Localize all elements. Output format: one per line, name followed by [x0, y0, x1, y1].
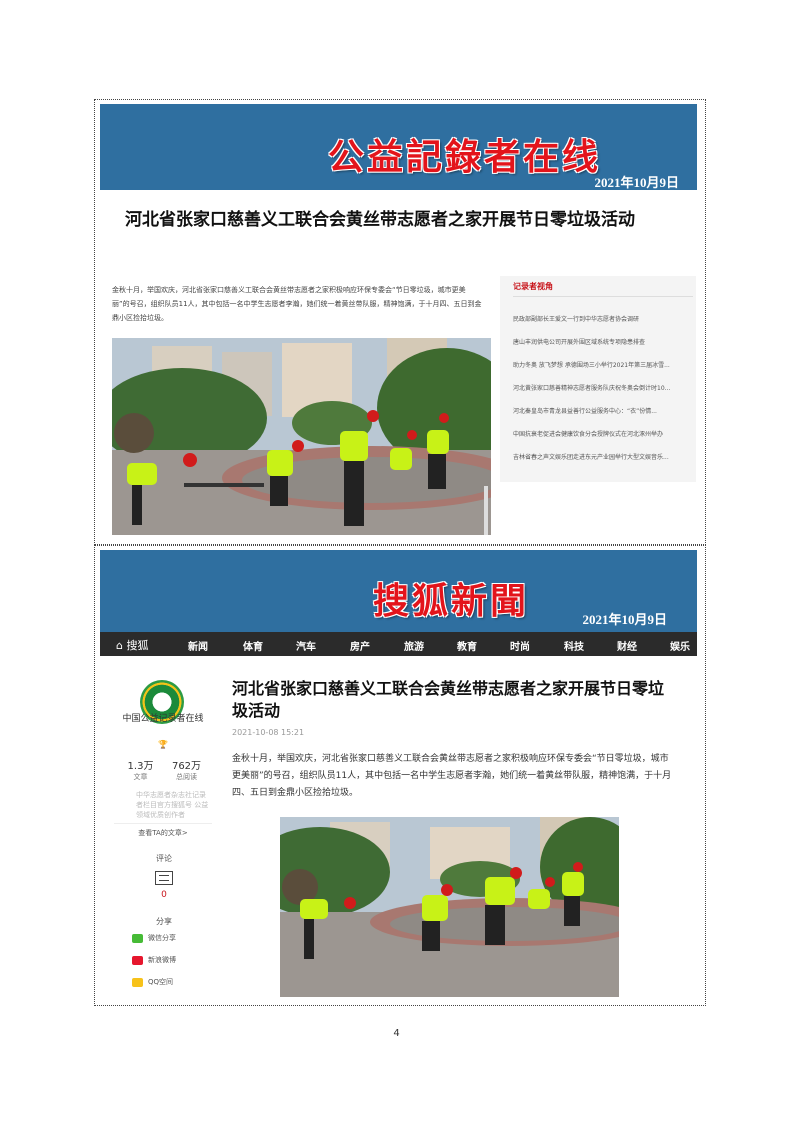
- nav-item[interactable]: 房产: [350, 638, 370, 653]
- comment-label: 评论: [156, 854, 172, 863]
- bottom-masthead: 搜狐新聞: [373, 580, 530, 622]
- sidebar-link[interactable]: 中国抗衰老促进会健康饮食分会授牌仪式在河北涿州举办: [513, 429, 693, 452]
- top-banner: 公益記錄者在线 2021年10月9日: [100, 104, 697, 190]
- nav-item[interactable]: 教育: [457, 638, 477, 653]
- views-count: 762万: [171, 761, 202, 772]
- sidebar-link[interactable]: 民政部副部长王爱文一行到中华志愿者协会调研: [513, 314, 693, 337]
- views-label: 总阅读: [176, 773, 197, 781]
- sidebar-link[interactable]: 河北秦皇岛市青龙县益善行公益服务中心：“衣”份情...: [513, 406, 693, 429]
- top-date: 2021年10月9日: [594, 175, 679, 190]
- top-masthead: 公益記錄者在线: [328, 136, 602, 178]
- nav-item[interactable]: 财经: [617, 638, 637, 653]
- top-article-photo: [112, 338, 491, 535]
- author-description: 中华志愿者杂志社记录者栏目官方搜狐号 公益领域优质创作者: [136, 791, 209, 819]
- bottom-banner: 搜狐新聞 2021年10月9日: [100, 550, 697, 632]
- sidebar-link[interactable]: 吉林省春之声文娱乐团走进东元产业园举行大型文娱音乐...: [513, 452, 693, 475]
- top-article-body: 金秋十月，举国欢庆，河北省张家口慈善义工联合会黄丝带志愿者之家积极响应环保专委会…: [112, 286, 482, 322]
- page-number: 4: [393, 1028, 400, 1039]
- wechat-icon: [132, 933, 143, 943]
- views-stat: 762万 总阅读: [164, 757, 209, 782]
- bottom-article-title: 河北省张家口慈善义工联合会黄丝带志愿者之家开展节日零垃圾活动: [232, 679, 665, 720]
- sidebar-link[interactable]: 助力冬奥 放飞梦想 承德围场三小举行2021年第三届冰雪...: [513, 360, 693, 383]
- nav-item[interactable]: 时尚: [510, 638, 530, 653]
- articles-label: 文章: [133, 773, 148, 781]
- publish-time: 2021-10-08 15:21: [232, 728, 305, 737]
- top-article-title: 河北省张家口慈善义工联合会黄丝带志愿者之家开展节日零垃圾活动: [125, 210, 635, 230]
- top-sidebar: 记录者视角 民政部副部长王爱文一行到中华志愿者协会调研 唐山丰润供电公司开展外围…: [500, 276, 696, 482]
- bottom-article-photo: [280, 817, 619, 997]
- weibo-icon: [132, 955, 143, 965]
- nav-item[interactable]: 娱乐: [670, 638, 690, 653]
- share-qzone-label: QQ空间: [148, 978, 174, 986]
- share-qzone[interactable]: QQ空间: [132, 977, 173, 987]
- author-name[interactable]: 中国公益记录者在线: [114, 714, 212, 725]
- sidebar-link[interactable]: 唐山丰润供电公司开展外围区域系统专项隐患排查: [513, 337, 693, 360]
- sidebar-link[interactable]: 河北黄张家口慈善精神志愿者服务队庆祝冬奥会倒计时10...: [513, 383, 693, 406]
- articles-count: 1.3万: [127, 761, 154, 772]
- view-articles-link[interactable]: 查看TA的文章>: [114, 823, 212, 839]
- articles-stat: 1.3万 文章: [118, 757, 163, 782]
- nav-item[interactable]: 新闻: [188, 638, 208, 653]
- nav-item[interactable]: 科技: [564, 638, 584, 653]
- award-icon: 🏆: [158, 740, 168, 749]
- bottom-date: 2021年10月9日: [582, 612, 667, 627]
- nav-item[interactable]: 汽车: [296, 638, 316, 653]
- share-label: 分享: [156, 917, 172, 926]
- nav-item[interactable]: 旅游: [404, 638, 424, 653]
- qzone-icon: [132, 977, 143, 987]
- sohu-logo[interactable]: ⌂ 搜狐: [116, 637, 148, 653]
- sohu-navbar: ⌂ 搜狐 新闻 体育 汽车 房产 旅游 教育 时尚 科技 财经 娱乐: [100, 632, 697, 656]
- comment-count: 0: [161, 890, 167, 900]
- nav-item[interactable]: 体育: [243, 638, 263, 653]
- share-weibo-label: 新浪微博: [148, 956, 176, 964]
- share-weibo[interactable]: 新浪微博: [132, 955, 176, 965]
- sidebar-heading: 记录者视角: [513, 282, 553, 291]
- sidebar-divider: [513, 296, 693, 297]
- share-wechat[interactable]: 微信分享: [132, 933, 176, 943]
- comment-icon[interactable]: [155, 871, 173, 885]
- bottom-article-body: 金秋十月，举国欢庆，河北省张家口慈善义工联合会黄丝带志愿者之家积极响应环保专委会…: [232, 754, 672, 798]
- share-wechat-label: 微信分享: [148, 934, 176, 942]
